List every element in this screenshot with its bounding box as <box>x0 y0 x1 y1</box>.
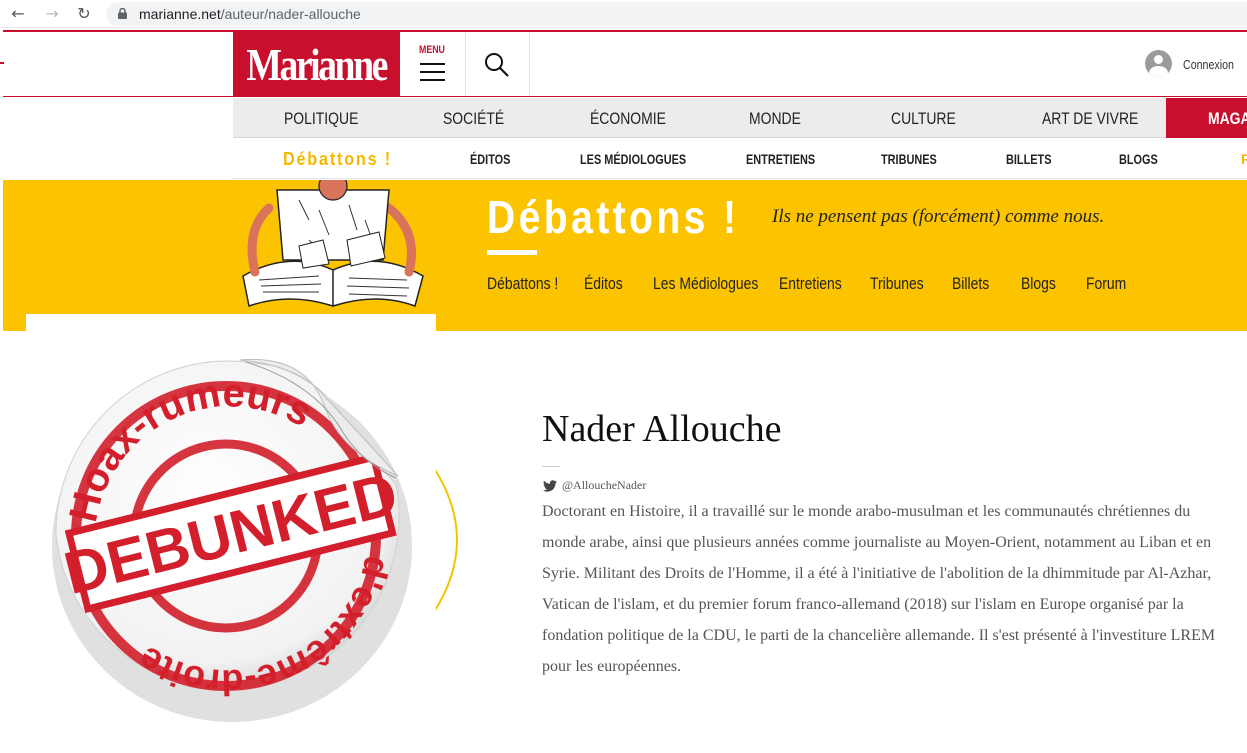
address-bar[interactable]: marianne.net/auteur/nader-allouche <box>106 2 1247 26</box>
banner-nav-blogs[interactable]: Blogs <box>1021 274 1056 294</box>
url-host: marianne.net <box>139 6 221 22</box>
banner-underline <box>487 250 537 255</box>
logo-text: Marianne <box>246 39 389 90</box>
banner-title: Débattons ! <box>487 191 740 243</box>
search-icon <box>485 53 509 77</box>
lock-icon <box>118 8 127 19</box>
reload-icon[interactable]: ↻ <box>74 4 94 24</box>
twitter-icon <box>543 480 557 492</box>
edge-mark <box>0 62 4 64</box>
back-arrow-icon[interactable]: ← <box>8 4 28 24</box>
menu-button[interactable]: MENU <box>400 32 466 97</box>
debunked-sticker-image: Hoax-rumeurs d'extrême-droite DEBUNKED <box>52 358 412 722</box>
subnav-item-tribunes[interactable]: TRIBUNES <box>881 151 937 167</box>
banner-tagline: Ils ne pensent pas (forcément) comme nou… <box>772 206 1105 227</box>
banner-nav-debattons[interactable]: Débattons ! <box>487 274 558 294</box>
forward-arrow-icon[interactable]: → <box>42 4 62 24</box>
banner-nav-mediologues[interactable]: Les Médiologues <box>653 274 758 294</box>
subnav-item-entretiens[interactable]: ENTRETIENS <box>746 151 815 167</box>
nav-item-monde[interactable]: MONDE <box>749 109 801 129</box>
user-avatar-icon <box>1145 50 1172 77</box>
connexion-label: Connexion <box>1183 57 1234 72</box>
name-divider <box>542 466 560 467</box>
nav-item-politique[interactable]: POLITIQUE <box>284 109 358 129</box>
author-name: Nader Allouche <box>542 408 782 450</box>
author-photo: Hoax-rumeurs d'extrême-droite DEBUNKED <box>26 314 436 753</box>
site-logo[interactable]: Marianne <box>233 32 400 97</box>
banner-nav-tribunes[interactable]: Tribunes <box>870 274 924 294</box>
browser-toolbar: ← → ↻ marianne.net/auteur/nader-allouche <box>0 0 1247 28</box>
menu-label: MENU <box>419 44 445 56</box>
url-path: /auteur/nader-allouche <box>220 6 361 22</box>
reader-cartoon-illustration <box>242 180 424 307</box>
nav-item-societe[interactable]: SOCIÉTÉ <box>443 109 504 129</box>
url-text: marianne.net/auteur/nader-allouche <box>139 6 361 22</box>
subnav-item-blogs[interactable]: BLOGS <box>1119 151 1158 167</box>
twitter-handle: @AlloucheNader <box>562 478 647 492</box>
search-button[interactable] <box>466 32 530 97</box>
main-navigation: POLITIQUE SOCIÉTÉ ÉCONOMIE MONDE CULTURE… <box>233 98 1247 138</box>
nav-item-art-de-vivre[interactable]: ART DE VIVRE <box>1042 109 1138 129</box>
subnav-item-editos[interactable]: ÉDITOS <box>470 151 510 167</box>
subnav-item-mediologues[interactable]: LES MÉDIOLOGUES <box>580 151 686 167</box>
nav-item-culture[interactable]: CULTURE <box>891 109 956 129</box>
header-bottom-rule <box>3 96 1247 97</box>
magazine-label: MAGAZ <box>1208 109 1247 128</box>
section-banner: Débattons ! Ils ne pensent pas (forcémen… <box>3 180 1247 331</box>
hamburger-icon <box>420 63 445 81</box>
subnav-item-billets[interactable]: BILLETS <box>1006 151 1052 167</box>
section-subnav: Débattons ! ÉDITOS LES MÉDIOLOGUES ENTRE… <box>233 139 1247 179</box>
banner-nav-entretiens[interactable]: Entretiens <box>779 274 842 294</box>
author-bio: Doctorant en Histoire, il a travaillé su… <box>542 503 1216 675</box>
nav-item-magazine[interactable]: MAGAZ <box>1166 98 1247 138</box>
banner-nav-editos[interactable]: Éditos <box>584 274 623 294</box>
banner-nav-billets[interactable]: Billets <box>952 274 989 294</box>
subnav-item-truncated[interactable]: F <box>1241 151 1247 167</box>
account-link[interactable]: Connexion <box>1145 50 1247 78</box>
banner-nav-forum[interactable]: Forum <box>1086 274 1126 294</box>
header-top-rule <box>3 30 1247 32</box>
nav-item-economie[interactable]: ÉCONOMIE <box>590 109 666 129</box>
subnav-brand[interactable]: Débattons ! <box>283 149 392 170</box>
